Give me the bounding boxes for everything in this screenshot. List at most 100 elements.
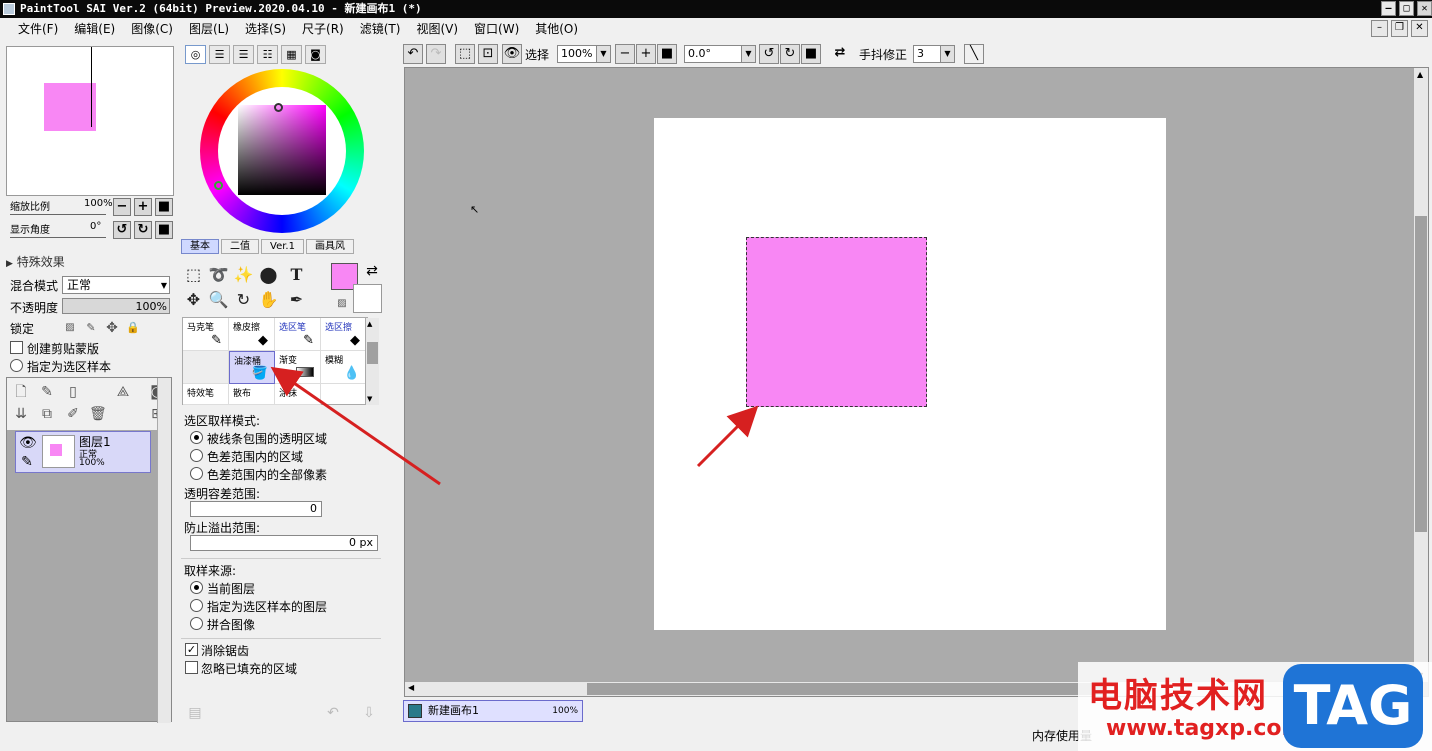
lock-move-icon[interactable]: ✥ xyxy=(104,320,120,336)
tool-smudge[interactable]: 涂抹 xyxy=(275,384,321,405)
move-icon[interactable]: ✥ xyxy=(182,288,205,311)
source-radio-merged[interactable] xyxy=(190,617,203,630)
canvas-viewport[interactable]: ↖ ▲ ▼ ◀ xyxy=(404,67,1429,697)
zoom-select[interactable]: 100% ▼ xyxy=(557,45,611,63)
new-layer-icon[interactable]: 🗋 xyxy=(13,384,29,400)
invert-selection-button[interactable]: ⊡ xyxy=(478,44,498,64)
swatch-mode-icon[interactable]: ▦ xyxy=(281,45,302,64)
navigator-preview[interactable] xyxy=(6,46,174,196)
clear-layer-icon[interactable]: ✐ xyxy=(65,406,81,422)
layer-scrollbar[interactable] xyxy=(157,378,171,723)
tool-blur[interactable]: 模糊 💧 xyxy=(321,351,367,384)
overflow-input[interactable]: 0 px xyxy=(190,535,378,551)
eyedropper-icon[interactable]: ✒ xyxy=(285,288,308,311)
text-tool-icon[interactable]: T xyxy=(285,263,308,286)
fill-mode-radio-tolerance[interactable] xyxy=(190,449,203,462)
toolbar-rotate-left-button[interactable]: ↺ xyxy=(759,44,779,64)
maximize-button[interactable]: □ xyxy=(1399,1,1414,16)
undo-button[interactable]: ↶ xyxy=(403,44,423,64)
show-selection-eye-icon[interactable]: 👁 xyxy=(502,44,522,64)
rotate-view-icon[interactable]: ↻ xyxy=(232,288,255,311)
undo-history-icon[interactable]: ↶ xyxy=(325,705,341,721)
scratchpad-mode-icon[interactable]: ◙ xyxy=(305,45,326,64)
color-wheel[interactable] xyxy=(200,69,364,233)
rect-select-icon[interactable]: ⬚ xyxy=(182,263,205,286)
merge-down-icon[interactable]: ⇊ xyxy=(13,406,29,422)
tool-select-eraser[interactable]: 选区擦 ◆ xyxy=(321,318,367,351)
delete-layer-icon[interactable]: 🗑 xyxy=(89,406,107,422)
ignore-filled-checkbox[interactable] xyxy=(185,661,198,674)
tool-marker[interactable]: 马克笔 ✎ xyxy=(183,318,229,351)
menu-view[interactable]: 视图(V) xyxy=(408,18,466,40)
tab-painter-style[interactable]: 画具风 xyxy=(305,239,354,254)
tab-binary[interactable]: 二值 xyxy=(221,239,259,254)
redo-button[interactable]: ↷ xyxy=(426,44,446,64)
swap-colors-icon[interactable]: ⇄ xyxy=(364,263,380,279)
fill-mode-radio-enclosed[interactable] xyxy=(190,431,203,444)
antialias-checkbox[interactable]: ✓ xyxy=(185,643,198,656)
deselect-button[interactable]: ⬚ xyxy=(455,44,475,64)
hsv-slider-mode-icon[interactable]: ☰ xyxy=(233,45,254,64)
lock-all-icon[interactable]: 🔒 xyxy=(125,320,141,336)
save-tool-icon[interactable]: ⇩ xyxy=(361,705,377,721)
toolbar-zoom-out-button[interactable]: − xyxy=(615,44,635,64)
menu-other[interactable]: 其他(O) xyxy=(527,18,586,40)
hue-picker-knob[interactable] xyxy=(214,181,223,190)
zoom-slider[interactable] xyxy=(10,214,106,215)
tool-grid-scrollbar[interactable]: ▲ ▼ xyxy=(365,318,379,405)
layer-effect-icon[interactable]: ⟁ xyxy=(115,384,131,400)
tool-scatter[interactable]: 散布 xyxy=(229,384,275,405)
zoom-reset-button[interactable]: ■ xyxy=(155,198,173,216)
palette-mode-icon[interactable]: ☷ xyxy=(257,45,278,64)
menu-file[interactable]: 文件(F) xyxy=(10,18,66,40)
shape-icon[interactable]: ⬤ xyxy=(257,263,280,286)
tab-basic[interactable]: 基本 xyxy=(181,239,219,254)
zoom-icon[interactable]: 🔍 xyxy=(207,288,230,311)
stabilizer-select[interactable]: 3 ▼ xyxy=(913,45,955,63)
clip-mask-checkbox[interactable] xyxy=(10,341,23,354)
menu-edit[interactable]: 编辑(E) xyxy=(66,18,123,40)
hand-icon[interactable]: ✋ xyxy=(257,288,280,311)
tool-select-pen[interactable]: 选区笔 ✎ xyxy=(275,318,321,351)
tool-settings-icon[interactable]: ▤ xyxy=(187,705,203,721)
effects-section[interactable]: ▶ 特殊效果 xyxy=(6,253,65,270)
toolbar-zoom-reset-button[interactable]: ■ xyxy=(657,44,677,64)
doc-restore-button[interactable]: ❐ xyxy=(1391,20,1408,37)
pink-square-selection[interactable] xyxy=(746,237,927,407)
zoom-out-button[interactable]: − xyxy=(113,198,131,216)
lock-transparency-icon[interactable]: ▨ xyxy=(62,320,78,336)
close-button[interactable]: ✕ xyxy=(1417,1,1432,16)
edit-pen-icon[interactable]: ✎ xyxy=(19,454,35,470)
blend-mode-select[interactable]: 正常 ▼ xyxy=(62,276,170,294)
doc-close-button[interactable]: ✕ xyxy=(1411,20,1428,37)
menu-ruler[interactable]: 尺子(R) xyxy=(294,18,352,40)
menu-layer[interactable]: 图层(L) xyxy=(181,18,237,40)
toolbar-zoom-in-button[interactable]: + xyxy=(636,44,656,64)
saturation-value-square[interactable] xyxy=(238,105,326,195)
rgb-slider-mode-icon[interactable]: ☰ xyxy=(209,45,230,64)
tool-effect-pen[interactable]: 特效笔 xyxy=(183,384,229,405)
tolerance-input[interactable]: 0 xyxy=(190,501,322,517)
sv-picker-knob[interactable] xyxy=(274,103,283,112)
tool-eraser[interactable]: 橡皮擦 ◆ xyxy=(229,318,275,351)
magic-wand-icon[interactable]: ✨ xyxy=(232,263,255,286)
tool-bucket[interactable]: 油漆桶 🪣 xyxy=(229,351,275,384)
toolbar-rotate-right-button[interactable]: ↻ xyxy=(780,44,800,64)
document-tab[interactable]: 新建画布1 100% xyxy=(403,700,583,722)
canvas-vertical-scrollbar[interactable]: ▲ ▼ xyxy=(1413,68,1428,682)
doc-minimize-button[interactable]: – xyxy=(1371,20,1388,37)
rotate-left-button[interactable]: ↺ xyxy=(113,221,131,239)
canvas-paper[interactable] xyxy=(654,118,1166,630)
menu-image[interactable]: 图像(C) xyxy=(123,18,181,40)
copy-layer-icon[interactable]: ⧉ xyxy=(39,406,55,422)
menu-filter[interactable]: 滤镜(T) xyxy=(352,18,409,40)
flip-horizontal-icon[interactable]: ⇄ xyxy=(830,44,850,64)
secondary-color-swatch[interactable] xyxy=(353,284,382,313)
layer-row[interactable]: 👁 ✎ 图层1 正常 100% xyxy=(15,431,151,473)
toolbar-rotate-reset-button[interactable]: ■ xyxy=(801,44,821,64)
rotate-reset-button[interactable]: ■ xyxy=(155,221,173,239)
straight-line-icon[interactable]: ╲ xyxy=(964,44,984,64)
lasso-icon[interactable]: ➰ xyxy=(207,263,230,286)
fill-mode-radio-all[interactable] xyxy=(190,467,203,480)
rotate-right-button[interactable]: ↻ xyxy=(134,221,152,239)
